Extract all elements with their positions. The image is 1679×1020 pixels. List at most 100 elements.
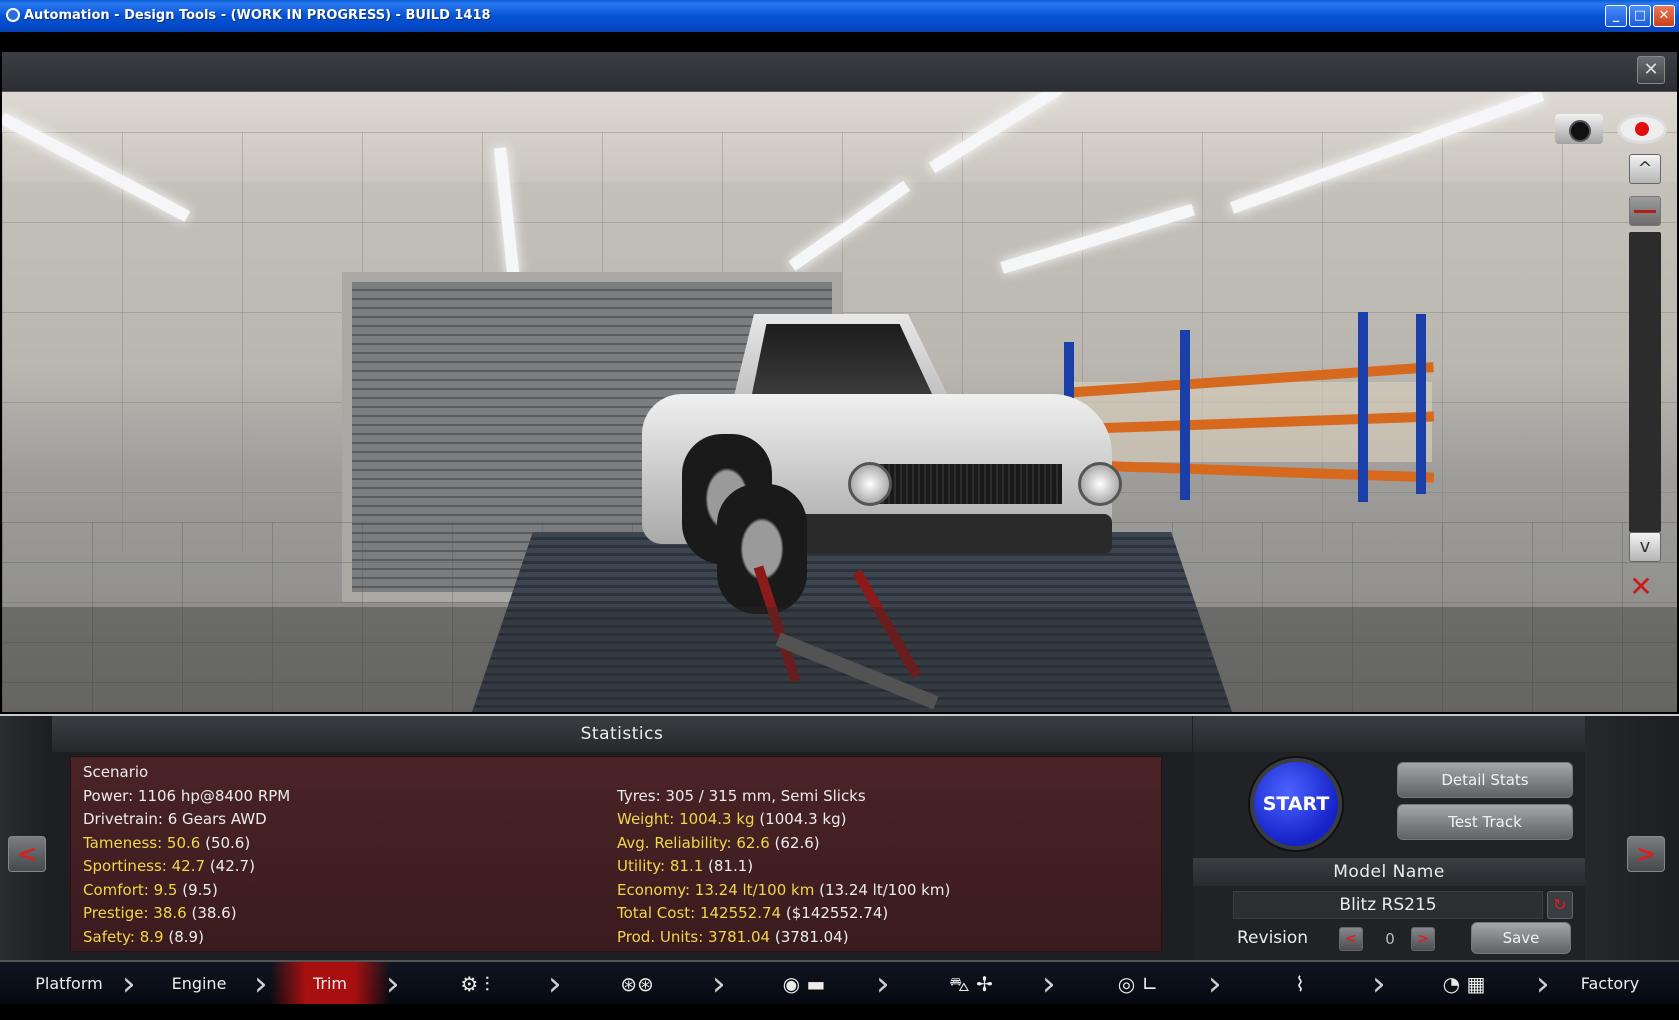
nav-separator: › <box>712 964 726 1004</box>
bottom-panel: < Statistics Scenario Power: 1106 hp@840… <box>0 714 1679 962</box>
stat-value: (3781.04) <box>774 927 849 946</box>
stat-value: (50.6) <box>205 833 251 852</box>
stat-row: Safety: 8.9 (8.9) <box>83 926 290 950</box>
stat-value: (42.7) <box>209 857 255 875</box>
window-title: Automation - Design Tools - (WORK IN PRO… <box>24 8 491 23</box>
stat-row: Power: 1106 hp@8400 RPM <box>83 785 290 809</box>
revision-value: 0 <box>1385 930 1395 948</box>
eye-icon[interactable] <box>1617 114 1667 144</box>
next-page-button[interactable]: > <box>1627 836 1665 872</box>
stat-row: Drivetrain: 6 Gears AWD <box>83 808 290 832</box>
zoom-slider-track[interactable] <box>1629 232 1661 532</box>
maximize-button[interactable]: □ <box>1629 5 1651 27</box>
body-aero-icon[interactable]: ⛍ ✢ <box>906 970 1036 998</box>
stat-row: Sportiness: 42.7 (42.7) <box>83 855 290 879</box>
car-bumper <box>782 514 1112 554</box>
nav-separator: › <box>254 964 268 1004</box>
testing-flag-icon[interactable]: ◔ ▦ <box>1424 970 1504 998</box>
right-rail: > <box>1585 716 1679 962</box>
action-panel: START Detail Stats Test Track Model Name… <box>1193 716 1585 962</box>
car-grille <box>872 464 1062 504</box>
start-button[interactable]: START <box>1250 758 1342 850</box>
panel-close-button[interactable]: ✕ <box>1637 56 1665 84</box>
revision-prev-button[interactable]: < <box>1339 927 1363 951</box>
stat-label: Weight: 1004.3 kg <box>617 810 755 828</box>
top-panel: ✕ <box>2 52 1677 92</box>
revision-next-button[interactable]: > <box>1411 927 1435 951</box>
stat-row: Tyres: 305 / 315 mm, Semi Slicks <box>617 785 950 809</box>
stat-value: (8.9) <box>168 927 204 946</box>
gearbox-icon[interactable]: ⚙ ⫶ <box>440 970 510 998</box>
stat-value: (9.5) <box>182 880 218 899</box>
wheels-icon[interactable]: ⊛⊛ <box>602 970 672 998</box>
stat-label: Prod. Units: 3781.04 <box>617 927 771 946</box>
nav-engine[interactable]: Engine <box>144 962 254 1006</box>
stat-label: Total Cost: 142552.74 <box>617 904 782 922</box>
statistics-box: Scenario Power: 1106 hp@8400 RPM Drivetr… <box>70 756 1162 952</box>
statistics-title: Statistics <box>52 716 1192 752</box>
nav-factory[interactable]: Factory <box>1560 962 1660 1006</box>
stat-label: Safety: 8.9 <box>83 927 164 946</box>
stat-row <box>617 761 950 785</box>
brakes-icon[interactable]: ◉ ▬ <box>764 970 844 998</box>
stat-row: Utility: 81.1 (81.1) <box>617 855 950 879</box>
stat-label: Tyres: 305 / 315 mm, Semi Slicks <box>617 786 866 805</box>
stat-value: (13.24 lt/100 km) <box>819 880 951 899</box>
viewport-shade <box>2 607 1677 712</box>
test-track-button[interactable]: Test Track <box>1397 804 1573 840</box>
stats-right-column: Tyres: 305 / 315 mm, Semi Slicks Weight:… <box>617 761 950 949</box>
stat-label: Drivetrain: 6 Gears AWD <box>83 810 267 828</box>
stat-value: (38.6) <box>191 904 237 922</box>
suspension-icon[interactable]: ⌇ <box>1270 970 1330 998</box>
stat-value: ($142552.74) <box>785 904 889 922</box>
stat-label: Economy: 13.24 lt/100 km <box>617 880 815 899</box>
app-icon <box>6 8 20 22</box>
stat-label: Comfort: 9.5 <box>83 880 178 899</box>
nav-separator: › <box>876 964 890 1004</box>
stats-left-column: Scenario Power: 1106 hp@8400 RPM Drivetr… <box>83 761 290 949</box>
detail-stats-button[interactable]: Detail Stats <box>1397 762 1573 798</box>
minimize-button[interactable]: _ <box>1605 5 1627 27</box>
stat-label: Utility: 81.1 <box>617 857 704 875</box>
refresh-icon[interactable]: ↻ <box>1547 891 1573 919</box>
save-button[interactable]: Save <box>1471 922 1571 954</box>
bottom-spacer <box>0 1004 1679 1020</box>
nav-platform[interactable]: Platform <box>14 962 124 1006</box>
car-viewport[interactable]: ^ v ✕ <box>2 92 1677 712</box>
stat-value: (81.1) <box>708 857 754 875</box>
hide-icon[interactable]: ✕ <box>1619 572 1663 602</box>
stat-label: Scenario <box>83 763 149 781</box>
stat-row: Scenario <box>83 761 290 785</box>
revision-label: Revision <box>1237 928 1309 948</box>
stat-row: Total Cost: 142552.74 ($142552.74) <box>617 902 950 926</box>
stat-row: Prestige: 38.6 (38.6) <box>83 902 290 926</box>
action-panel-header <box>1193 716 1585 752</box>
shelf-post <box>1180 330 1190 500</box>
car-headlight <box>848 462 892 506</box>
stat-row: Prod. Units: 3781.04 (3781.04) <box>617 926 950 950</box>
window-title-bar[interactable]: Automation - Design Tools - (WORK IN PRO… <box>0 0 1679 32</box>
interior-icon[interactable]: ◎ ∟ <box>1098 970 1178 998</box>
nav-separator: › <box>1372 964 1386 1004</box>
window-close-button[interactable]: ✕ <box>1653 5 1675 27</box>
nav-separator: › <box>548 964 562 1004</box>
shelf-post <box>1358 312 1368 502</box>
nav-separator: › <box>386 964 400 1004</box>
stat-label: Power: 1106 hp@8400 RPM <box>83 786 291 805</box>
stat-label: Tameness: 50.6 <box>83 833 201 852</box>
zoom-down-button[interactable]: v <box>1629 532 1661 562</box>
nav-separator: › <box>1042 964 1056 1004</box>
stat-row: Comfort: 9.5 (9.5) <box>83 879 290 903</box>
camera-icon[interactable] <box>1555 114 1603 144</box>
zoom-slider-thumb[interactable] <box>1629 196 1661 226</box>
stat-value: (1004.3 kg) <box>759 810 847 828</box>
stat-row: Tameness: 50.6 (50.6) <box>83 832 290 856</box>
nav-trim[interactable]: Trim <box>270 962 390 1006</box>
prev-page-button[interactable]: < <box>8 836 46 872</box>
stat-row: Avg. Reliability: 62.6 (62.6) <box>617 832 950 856</box>
top-spacer <box>0 32 1679 52</box>
model-name-field[interactable]: Blitz RS215 <box>1233 891 1543 919</box>
zoom-up-button[interactable]: ^ <box>1629 154 1661 184</box>
shelf-post <box>1416 314 1426 494</box>
stat-label: Prestige: 38.6 <box>83 904 187 922</box>
